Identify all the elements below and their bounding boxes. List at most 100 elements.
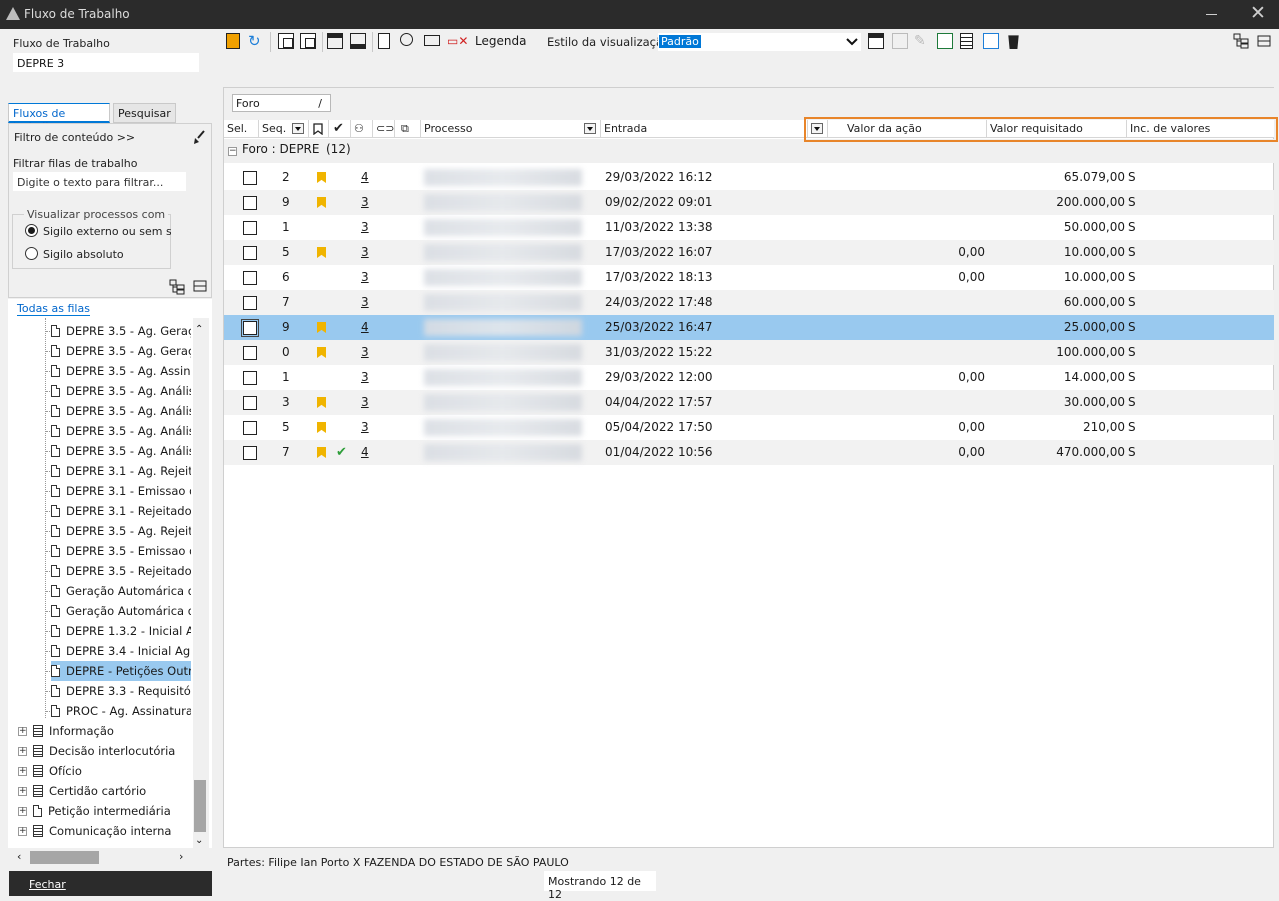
tab-workflows[interactable]: Fluxos de trabalho: [8, 103, 110, 133]
queue-item[interactable]: Geração Automárica d: [51, 601, 191, 621]
row-checkbox[interactable]: [243, 221, 257, 235]
tree-hscroll-thumb[interactable]: [30, 851, 99, 864]
trash-icon[interactable]: [1008, 35, 1019, 49]
expand-all-icon[interactable]: [1233, 33, 1249, 49]
col-docs[interactable]: ⧉: [395, 120, 421, 138]
table-row[interactable]: 0 3 31/03/2022 15:22 100.000,00 S: [224, 340, 1274, 365]
report-icon[interactable]: [960, 33, 973, 49]
row-checkbox[interactable]: [243, 396, 257, 410]
paste-icon[interactable]: [300, 33, 316, 49]
queue-item[interactable]: DEPRE 3.4 - Inicial Ag.: [51, 641, 191, 661]
expand-node-icon[interactable]: +: [18, 727, 27, 736]
expand-node-icon[interactable]: +: [18, 747, 27, 756]
count-link[interactable]: 3: [361, 415, 369, 440]
group-row[interactable]: − Foro : DEPRE (12): [224, 139, 1274, 163]
count-link[interactable]: 3: [361, 240, 369, 265]
search-doc-icon[interactable]: [400, 33, 413, 46]
tree-expand-icon[interactable]: [169, 279, 185, 295]
row-checkbox[interactable]: [243, 271, 257, 285]
scroll-left-icon[interactable]: ‹: [17, 850, 21, 863]
queue-item[interactable]: PROC - Ag. Assinatura: [51, 701, 191, 721]
group-by-chip[interactable]: Foro /: [232, 94, 331, 112]
queue-item[interactable]: DEPRE 3.1 - Ag. Rejeite: [51, 461, 191, 481]
count-link[interactable]: 4: [361, 165, 369, 190]
window-icon[interactable]: [983, 33, 999, 49]
queue-item[interactable]: DEPRE 3.5 - Emissao d: [51, 541, 191, 561]
scroll-up-icon[interactable]: ⌃: [195, 324, 203, 335]
print-icon[interactable]: [327, 33, 343, 49]
comment-icon[interactable]: [424, 35, 440, 46]
workflow-field[interactable]: DEPRE 3: [13, 53, 199, 72]
queue-group[interactable]: Certidão cartório: [33, 781, 193, 801]
tab-search[interactable]: Pesquisar: [113, 103, 176, 123]
export-icon[interactable]: [350, 33, 366, 49]
queue-item[interactable]: DEPRE 3.5 - Ag. Rejeite: [51, 521, 191, 541]
tree-collapse-icon[interactable]: [193, 279, 207, 293]
col-check[interactable]: ✔: [329, 120, 351, 138]
count-link[interactable]: 3: [361, 365, 369, 390]
attach-doc-icon[interactable]: [378, 33, 390, 49]
delete-comment-icon[interactable]: ▭✕: [447, 33, 468, 49]
queue-group[interactable]: Decisão interlocutória: [33, 741, 193, 761]
table-row[interactable]: 9 4 25/03/2022 16:47 25.000,00 S: [224, 315, 1274, 340]
brush-icon[interactable]: [191, 129, 207, 145]
count-link[interactable]: 3: [361, 265, 369, 290]
queue-item[interactable]: DEPRE 3.5 - Ag. Anális: [51, 401, 191, 421]
queue-group[interactable]: Petição intermediária: [33, 801, 193, 821]
count-link[interactable]: 3: [361, 340, 369, 365]
col-flag[interactable]: [309, 120, 329, 138]
queue-item[interactable]: DEPRE 3.1 - Emissao d: [51, 481, 191, 501]
table-row[interactable]: 5 3 17/03/2022 16:07 0,00 10.000,00 S: [224, 240, 1274, 265]
refresh-icon[interactable]: ↻: [248, 33, 264, 49]
queue-item[interactable]: DEPRE - Petições Outra: [51, 661, 191, 681]
content-filter-link[interactable]: Filtro de conteúdo >>: [14, 131, 135, 144]
expand-node-icon[interactable]: +: [18, 787, 27, 796]
queue-item[interactable]: DEPRE 3.5 - Ag. Assina: [51, 361, 191, 381]
col-link[interactable]: ⊂⊃: [373, 120, 395, 138]
view-style-select[interactable]: Padrão: [658, 33, 861, 51]
table-row[interactable]: 7 3 24/03/2022 17:48 60.000,00 S: [224, 290, 1274, 315]
count-link[interactable]: 3: [361, 290, 369, 315]
close-button[interactable]: Fechar: [9, 871, 212, 896]
queue-item[interactable]: DEPRE 3.5 - Ag. Anális: [51, 381, 191, 401]
collapse-group-icon[interactable]: −: [228, 147, 237, 156]
count-link[interactable]: 3: [361, 390, 369, 415]
queue-group[interactable]: Ofício: [33, 761, 193, 781]
new-note-icon[interactable]: [226, 33, 240, 49]
queue-item[interactable]: Geração Automárica d: [51, 581, 191, 601]
queue-item[interactable]: DEPRE 1.3.2 - Inicial A: [51, 621, 191, 641]
collapse-all-icon[interactable]: [1257, 34, 1271, 48]
expand-node-icon[interactable]: +: [18, 767, 27, 776]
table-row[interactable]: 7 ✔ 4 01/04/2022 10:56 0,00 470.000,00 S: [224, 440, 1274, 465]
filter-input[interactable]: Digite o texto para filtrar...: [13, 172, 186, 191]
expand-node-icon[interactable]: +: [18, 807, 27, 816]
count-link[interactable]: 4: [361, 440, 369, 465]
close-icon[interactable]: ✕: [1250, 4, 1266, 23]
excel-icon[interactable]: [937, 33, 953, 49]
legend-button[interactable]: Legenda: [475, 34, 526, 48]
queue-item[interactable]: DEPRE 3.3 - Requisitór: [51, 681, 191, 701]
row-checkbox[interactable]: [243, 296, 257, 310]
row-checkbox[interactable]: [241, 319, 259, 337]
expand-node-icon[interactable]: +: [18, 827, 27, 836]
table-row[interactable]: 6 3 17/03/2022 18:13 0,00 10.000,00 S: [224, 265, 1274, 290]
copy-icon[interactable]: [278, 33, 294, 49]
scroll-right-icon[interactable]: ›: [179, 850, 183, 863]
radio-external[interactable]: [25, 224, 38, 237]
minimize-icon[interactable]: [1206, 14, 1217, 15]
processo-filter-icon[interactable]: [584, 123, 596, 134]
count-link[interactable]: 3: [361, 190, 369, 215]
queue-item[interactable]: DEPRE 3.5 - Rejeitado -: [51, 561, 191, 581]
table-row[interactable]: 2 4 29/03/2022 16:12 65.079,00 S: [224, 165, 1274, 190]
row-checkbox[interactable]: [243, 346, 257, 360]
queue-group[interactable]: Comunicação interna: [33, 821, 193, 841]
scroll-down-icon[interactable]: ⌄: [195, 835, 203, 846]
count-link[interactable]: 4: [361, 315, 369, 340]
all-queues-label[interactable]: Todas as filas: [17, 302, 90, 316]
row-checkbox[interactable]: [243, 246, 257, 260]
table-row[interactable]: 1 3 11/03/2022 13:38 50.000,00 S: [224, 215, 1274, 240]
row-checkbox[interactable]: [243, 196, 257, 210]
row-checkbox[interactable]: [243, 421, 257, 435]
row-checkbox[interactable]: [243, 171, 257, 185]
queue-item[interactable]: DEPRE 3.5 - Ag. Anális: [51, 421, 191, 441]
